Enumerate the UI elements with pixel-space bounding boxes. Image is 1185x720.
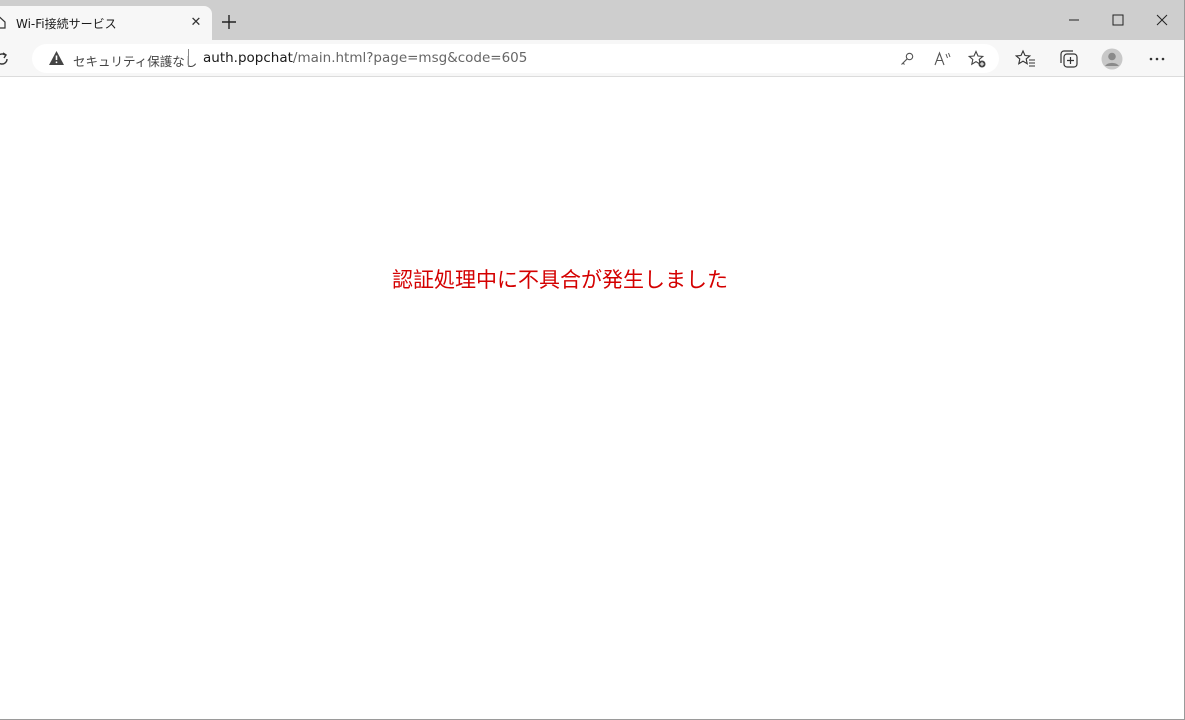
read-aloud-icon[interactable]: [932, 49, 952, 69]
tab-wifi[interactable]: Wi-Fi接続サービス ✕: [0, 6, 212, 40]
favorites-icon[interactable]: [1015, 48, 1037, 70]
tab-title: Wi-Fi接続サービス: [16, 17, 117, 31]
collections-icon[interactable]: [1058, 48, 1080, 70]
security-label[interactable]: セキュリティ保護なし: [73, 51, 197, 70]
key-icon[interactable]: [897, 49, 917, 69]
minimize-icon[interactable]: [1064, 10, 1084, 30]
toolbar: セキュリティ保護なし auth.popchat/main.html?page=m…: [0, 40, 1184, 77]
maximize-icon[interactable]: [1108, 10, 1128, 30]
url-host: auth.popchat: [203, 50, 293, 66]
profile-icon[interactable]: [1101, 48, 1123, 70]
browser-window: Wi-Fi接続サービス ✕ セキュリティ保護なし auth.popchat/ma…: [0, 0, 1185, 720]
more-icon[interactable]: [1146, 48, 1168, 70]
reload-icon[interactable]: [0, 49, 12, 69]
url-text[interactable]: auth.popchat/main.html?page=msg&code=605: [203, 50, 527, 66]
separator: [188, 49, 189, 67]
add-favorite-icon[interactable]: [967, 49, 987, 69]
page-content: 認証処理中に不具合が発生しました: [0, 78, 1184, 719]
address-bar[interactable]: セキュリティ保護なし auth.popchat/main.html?page=m…: [32, 44, 999, 73]
tab-strip: Wi-Fi接続サービス ✕: [0, 0, 1184, 40]
close-icon[interactable]: [1152, 10, 1172, 30]
plus-icon[interactable]: [219, 12, 239, 32]
tab-close-icon[interactable]: ✕: [188, 15, 204, 31]
url-path: /main.html?page=msg&code=605: [292, 50, 528, 66]
warning-icon[interactable]: [48, 50, 65, 66]
error-message: 認証処理中に不具合が発生しました: [392, 268, 728, 292]
page-icon: [0, 16, 6, 29]
